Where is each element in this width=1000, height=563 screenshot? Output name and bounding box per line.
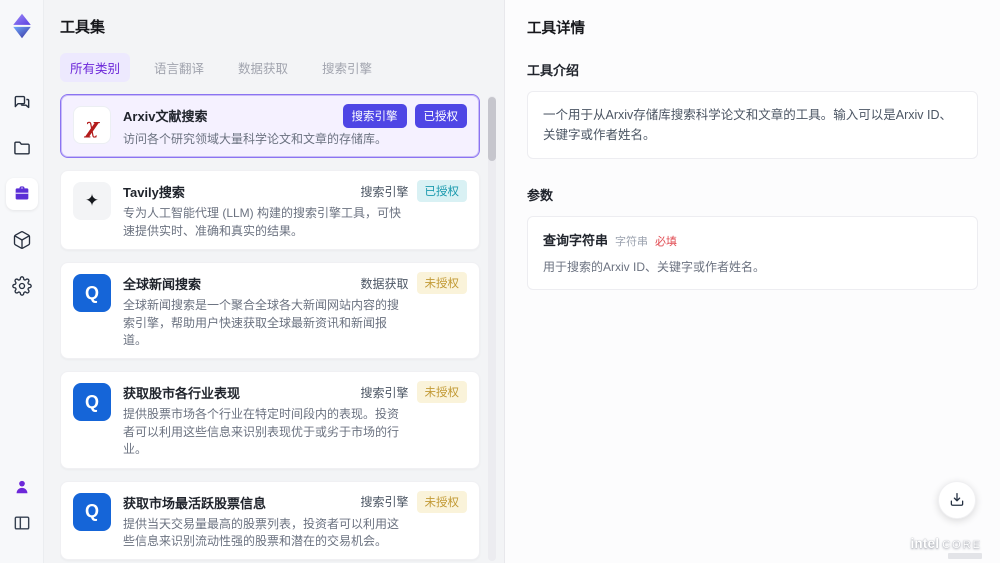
global-news-q-icon: Q xyxy=(73,274,111,313)
tool-description: 提供股票市场各个行业在特定时间段内的表现。投资者可以利用这些信息来识别表现优于或… xyxy=(123,407,400,457)
active-stocks-q-icon: Q xyxy=(73,492,111,531)
panel-toggle-icon xyxy=(14,516,29,530)
category-label: 搜索引擎 xyxy=(360,385,409,400)
param-type: 字符串 xyxy=(615,236,649,248)
intro-text: 一个用于从Arxiv存储库搜索科学论文和文章的工具。输入可以是Arxiv ID、… xyxy=(527,91,978,159)
tool-card-tavily[interactable]: ✦ Tavily搜索 搜索引擎 已授权 专为人工智能代理 (LLM) 构建的搜索… xyxy=(60,170,480,251)
tool-list: χ Arxiv文献搜索 搜索引擎 已授权 访问各个研究领域大量科学论文和文章的存… xyxy=(60,94,504,563)
scrollbar-thumb[interactable] xyxy=(488,97,496,161)
auth-status-badge: 未授权 xyxy=(416,490,467,513)
package-icon xyxy=(13,231,30,249)
param-name: 查询字符串 xyxy=(543,233,609,248)
tool-name: 获取市场最活跃股票信息 xyxy=(123,495,267,511)
page-title: 工具集 xyxy=(60,19,106,36)
sidebar-item-models[interactable] xyxy=(6,224,38,256)
auth-status-badge: 未授权 xyxy=(416,381,467,404)
core-wordmark: core xyxy=(942,539,982,551)
tool-card-active-stocks[interactable]: Q 获取市场最活跃股票信息 搜索引擎 未授权 提供当天交易量最高的股票列表，投资… xyxy=(60,480,480,561)
tool-card-global-news[interactable]: Q 全球新闻搜索 数据获取 未授权 全球新闻搜索是一个聚合全球各大新闻网站内容的… xyxy=(60,262,480,360)
tool-description: 提供当天交易量最高的股票列表，投资者可以利用这些信息来识别流动性强的股票和潜在的… xyxy=(123,516,400,548)
chat-icon xyxy=(14,95,29,109)
category-label: 搜索引擎 xyxy=(360,184,409,199)
auth-status-badge: 已授权 xyxy=(414,104,467,128)
tab-search-engine[interactable]: 搜索引擎 xyxy=(312,53,382,82)
sidebar-item-chat[interactable] xyxy=(6,86,38,118)
arxiv-logo-icon: χ xyxy=(73,106,111,144)
user-avatar-button[interactable] xyxy=(6,471,38,503)
param-required-flag: 必填 xyxy=(655,236,678,248)
category-badge: 搜索引擎 xyxy=(342,104,407,128)
list-scrollbar[interactable] xyxy=(488,96,496,561)
intel-ultra-badge xyxy=(948,553,982,559)
param-item: 查询字符串 字符串 必填 用于搜索的Arxiv ID、关键字或作者姓名。 xyxy=(527,216,978,290)
tool-list-panel: 工具集 所有类别 语言翻译 数据获取 搜索引擎 χ Arxiv文献搜索 搜索引擎… xyxy=(44,0,504,563)
tool-name: 全球新闻搜索 xyxy=(123,277,202,293)
avatar-icon xyxy=(16,480,27,494)
tool-detail-panel: 工具详情 工具介绍 一个用于从Arxiv存储库搜索科学论文和文章的工具。输入可以… xyxy=(504,0,1000,563)
app-logo-icon xyxy=(8,12,36,40)
param-description: 用于搜索的Arxiv ID、关键字或作者姓名。 xyxy=(543,260,766,274)
tool-name: 获取股市各行业表现 xyxy=(123,386,241,402)
tool-name: Tavily搜索 xyxy=(123,185,185,201)
auth-status-badge: 已授权 xyxy=(416,180,467,203)
sidebar-item-toolbox[interactable] xyxy=(5,178,38,210)
intro-heading: 工具介绍 xyxy=(527,63,580,78)
intel-core-logo: intel core xyxy=(910,536,982,551)
download-icon xyxy=(950,492,964,506)
tavily-star-icon: ✦ xyxy=(73,182,111,221)
tool-description: 专为人工智能代理 (LLM) 构建的搜索引擎工具，可快速提供实时、准确和真实的结… xyxy=(123,206,402,238)
stock-sector-q-icon: Q xyxy=(73,383,111,422)
tab-translation[interactable]: 语言翻译 xyxy=(144,53,214,82)
sidebar-item-settings[interactable] xyxy=(6,270,38,302)
tool-card-stock-sector[interactable]: Q 获取股市各行业表现 搜索引擎 未授权 提供股票市场各个行业在特定时间段内的表… xyxy=(60,371,480,469)
download-button[interactable] xyxy=(938,481,976,519)
category-label: 搜索引擎 xyxy=(360,495,409,510)
category-tabs: 所有类别 语言翻译 数据获取 搜索引擎 xyxy=(60,53,504,82)
sidebar-item-files[interactable] xyxy=(6,132,38,164)
tool-description: 全球新闻搜索是一个聚合全球各大新闻网站内容的搜索引擎，帮助用户快速获取全球最新资… xyxy=(123,298,400,347)
app-sidebar xyxy=(0,0,44,563)
tool-name: Arxiv文献搜索 xyxy=(123,109,208,124)
tool-card-arxiv[interactable]: χ Arxiv文献搜索 搜索引擎 已授权 访问各个研究领域大量科学论文和文章的存… xyxy=(60,94,480,159)
toolbox-icon xyxy=(15,186,28,200)
tab-data-fetch[interactable]: 数据获取 xyxy=(228,53,298,82)
detail-title: 工具详情 xyxy=(527,21,585,37)
tab-all-categories[interactable]: 所有类别 xyxy=(60,53,131,82)
category-label: 数据获取 xyxy=(360,276,409,291)
tool-description: 访问各个研究领域大量科学论文和文章的存储库。 xyxy=(123,132,388,146)
params-heading: 参数 xyxy=(527,188,554,203)
intel-wordmark: intel xyxy=(910,536,940,551)
auth-status-badge: 未授权 xyxy=(416,272,467,295)
gear-icon xyxy=(11,276,32,296)
collapse-panel-button[interactable] xyxy=(6,507,38,539)
folder-icon xyxy=(13,141,30,155)
